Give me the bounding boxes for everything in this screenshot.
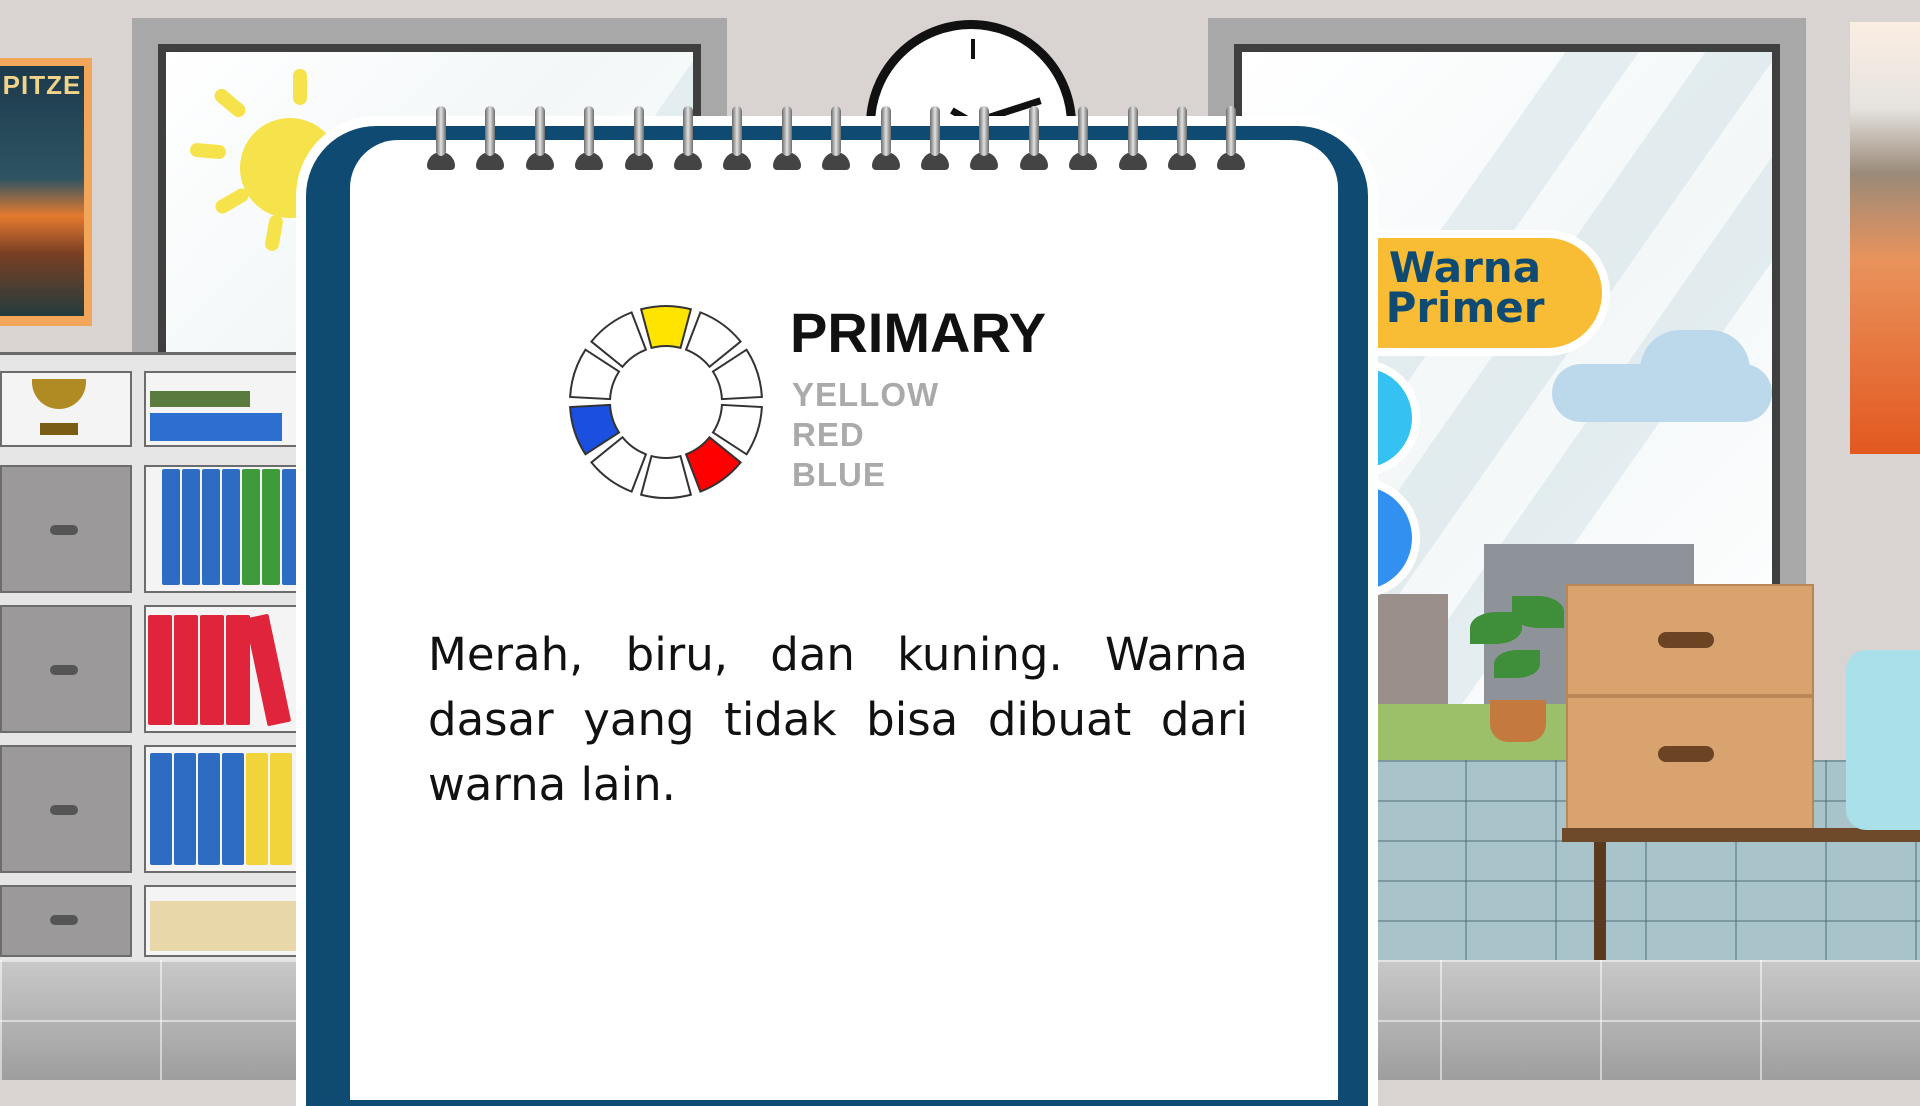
spiral-ring bbox=[732, 106, 743, 156]
building bbox=[1376, 594, 1448, 704]
water-dispenser bbox=[1846, 650, 1920, 830]
side-table bbox=[1562, 828, 1920, 842]
shelf-cell bbox=[144, 745, 314, 873]
drawer bbox=[0, 745, 132, 873]
card-description: Merah, biru, dan kuning. Warna dasar yan… bbox=[428, 628, 1248, 811]
storage-box bbox=[150, 901, 304, 951]
spiral-ring bbox=[1028, 106, 1039, 156]
color-wheel-segment bbox=[639, 454, 693, 499]
table-leg bbox=[1594, 842, 1606, 968]
plant-leaf bbox=[1512, 596, 1564, 628]
color-item-yellow: YELLOW bbox=[792, 376, 940, 413]
shelf-cell bbox=[144, 885, 314, 957]
sun-ray bbox=[189, 142, 227, 160]
shelf-cell bbox=[144, 371, 314, 447]
sun-ray bbox=[293, 69, 307, 105]
color-item-blue: BLUE bbox=[792, 456, 886, 493]
spiral-ring bbox=[1078, 106, 1089, 156]
color-item-red: RED bbox=[792, 416, 865, 453]
card-title: PRIMARY bbox=[790, 301, 1047, 364]
spiral-ring bbox=[781, 106, 792, 156]
spiral-ring bbox=[436, 106, 446, 156]
spiral-ring bbox=[930, 106, 940, 156]
plant-pot bbox=[1490, 700, 1546, 742]
cloud bbox=[1640, 330, 1750, 410]
box-handle bbox=[1658, 632, 1714, 648]
spiral-ring bbox=[831, 106, 842, 156]
landscape-painting bbox=[1850, 22, 1920, 454]
spiral-ring bbox=[485, 106, 496, 156]
binder bbox=[150, 413, 282, 441]
drawer bbox=[0, 605, 132, 733]
spiral-ring bbox=[1226, 106, 1237, 156]
cardboard-box-top bbox=[1566, 584, 1814, 696]
notebook-page bbox=[350, 140, 1338, 1100]
trophy-icon bbox=[32, 379, 86, 409]
shelf-cell bbox=[144, 605, 314, 733]
poster-title: PITZE bbox=[2, 70, 82, 100]
drawer-knob bbox=[50, 525, 78, 535]
clock-hour-hand bbox=[971, 39, 975, 59]
spiral-ring bbox=[1177, 106, 1187, 156]
book-stack bbox=[150, 391, 250, 407]
shelf-cell bbox=[144, 465, 314, 593]
spiral-ring bbox=[979, 106, 990, 156]
color-wheel-icon bbox=[569, 305, 763, 499]
spiral-ring bbox=[584, 106, 595, 156]
drawer-knob bbox=[50, 665, 78, 675]
cardboard-box-bottom bbox=[1566, 696, 1814, 832]
spiral-binding bbox=[427, 106, 1266, 176]
drawer bbox=[0, 885, 132, 957]
spiral-ring bbox=[633, 106, 644, 156]
trophy-base bbox=[40, 423, 78, 435]
color-wheel-segment bbox=[639, 305, 693, 350]
spiral-ring bbox=[534, 106, 545, 156]
mountain-poster-art bbox=[0, 66, 84, 316]
spiral-ring bbox=[880, 106, 891, 156]
spiral-ring bbox=[1127, 106, 1138, 156]
tab-warna-primer-label: Warna Primer bbox=[1385, 243, 1545, 332]
drawer bbox=[0, 465, 132, 593]
spiral-ring bbox=[683, 106, 693, 156]
plant-leaf bbox=[1494, 650, 1540, 678]
drawer-knob bbox=[50, 915, 78, 925]
box-handle bbox=[1658, 746, 1714, 762]
shelf-cell bbox=[0, 371, 132, 447]
drawer-knob bbox=[50, 805, 78, 815]
bookshelf bbox=[0, 352, 314, 975]
